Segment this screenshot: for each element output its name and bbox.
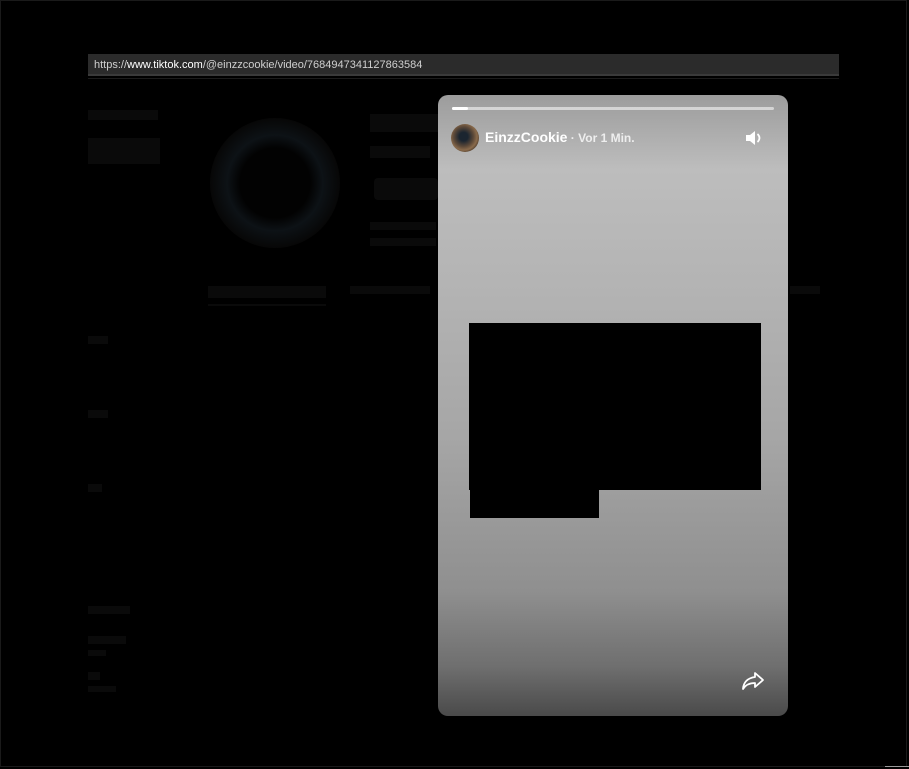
corner-handle <box>885 766 909 767</box>
story-progress-fill <box>452 107 469 110</box>
bg-sidebar-block <box>88 138 160 164</box>
story-timestamp: · Vor 1 Min. <box>567 131 635 145</box>
user-avatar[interactable] <box>451 124 479 152</box>
redacted-content <box>469 323 761 490</box>
url-path: /@einzzcookie/video/7684947341127863584 <box>202 59 423 71</box>
share-arrow-icon[interactable] <box>740 669 766 693</box>
bg-sidebar-item <box>88 686 116 692</box>
story-progress-bar <box>452 107 774 110</box>
bg-tab-underline <box>208 304 326 306</box>
bg-sidebar-item <box>88 672 100 680</box>
bg-tab <box>350 286 430 294</box>
bg-sidebar-item <box>88 650 106 656</box>
bg-follow-button <box>374 178 438 200</box>
bg-profile-avatar <box>210 118 340 248</box>
bg-bio-line <box>370 222 436 230</box>
bg-sidebar-item <box>88 410 108 418</box>
bg-tab <box>790 286 820 294</box>
redacted-content <box>470 490 599 518</box>
story-author[interactable]: EinzzCookie · Vor 1 Min. <box>485 129 635 145</box>
url-host: www.tiktok.com <box>127 59 203 71</box>
bg-profile-name <box>370 114 440 132</box>
bg-videos-tab <box>208 286 326 298</box>
bg-sidebar-item <box>88 606 130 614</box>
bg-bio-line <box>370 238 436 246</box>
story-username[interactable]: EinzzCookie <box>485 129 567 145</box>
url-bar-divider <box>88 78 839 79</box>
speaker-icon[interactable] <box>742 128 766 148</box>
story-viewer[interactable]: EinzzCookie · Vor 1 Min. <box>438 95 788 716</box>
bg-sidebar-item <box>88 110 158 120</box>
url-bar[interactable]: https://www.tiktok.com/@einzzcookie/vide… <box>88 54 839 76</box>
url-prefix: https:// <box>94 59 128 71</box>
bg-profile-handle <box>370 146 430 158</box>
bg-sidebar-item <box>88 336 108 344</box>
bg-sidebar-item <box>88 484 102 492</box>
bg-sidebar-item <box>88 636 126 644</box>
